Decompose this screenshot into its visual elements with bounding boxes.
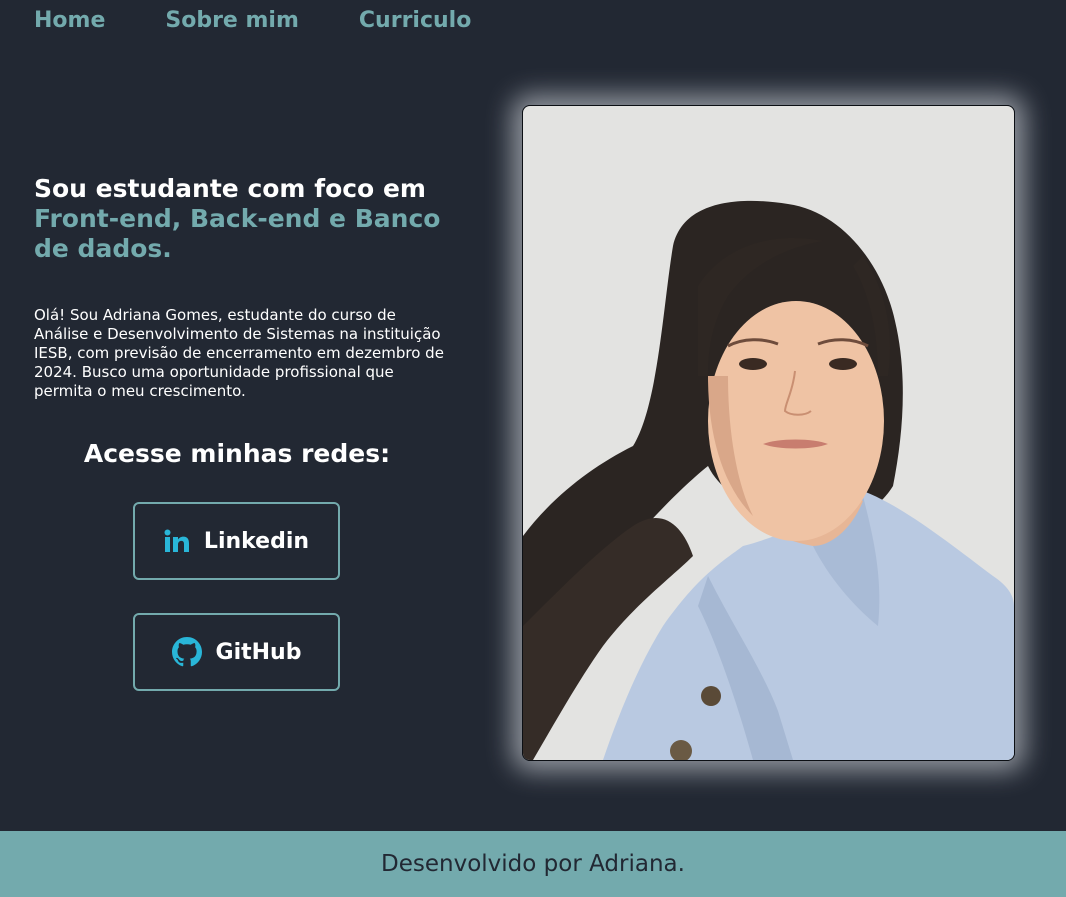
top-nav: Home Sobre mim Curriculo (34, 6, 471, 36)
hero-headline: Sou estudante com foco em Front-end, Bac… (34, 174, 454, 264)
linkedin-button[interactable]: Linkedin (133, 502, 340, 580)
nav-curriculo-link[interactable]: Curriculo (359, 6, 471, 36)
intro-paragraph: Olá! Sou Adriana Gomes, estudante do cur… (34, 306, 444, 400)
profile-photo (522, 105, 1015, 761)
linkedin-label: Linkedin (203, 528, 310, 554)
github-icon (171, 637, 202, 667)
linkedin-icon (164, 529, 190, 553)
github-label: GitHub (215, 639, 302, 665)
headline-text: Sou estudante com foco em (34, 174, 426, 203)
networks-title: Acesse minhas redes: (83, 439, 391, 468)
nav-home-link[interactable]: Home (34, 6, 105, 36)
nav-sobre-mim-link[interactable]: Sobre mim (165, 6, 299, 36)
github-button[interactable]: GitHub (133, 613, 340, 691)
headline-accent-text: Front-end, Back-end e Banco de dados. (34, 204, 441, 263)
footer-text: Desenvolvido por Adriana. (381, 851, 685, 877)
footer: Desenvolvido por Adriana. (0, 831, 1066, 897)
